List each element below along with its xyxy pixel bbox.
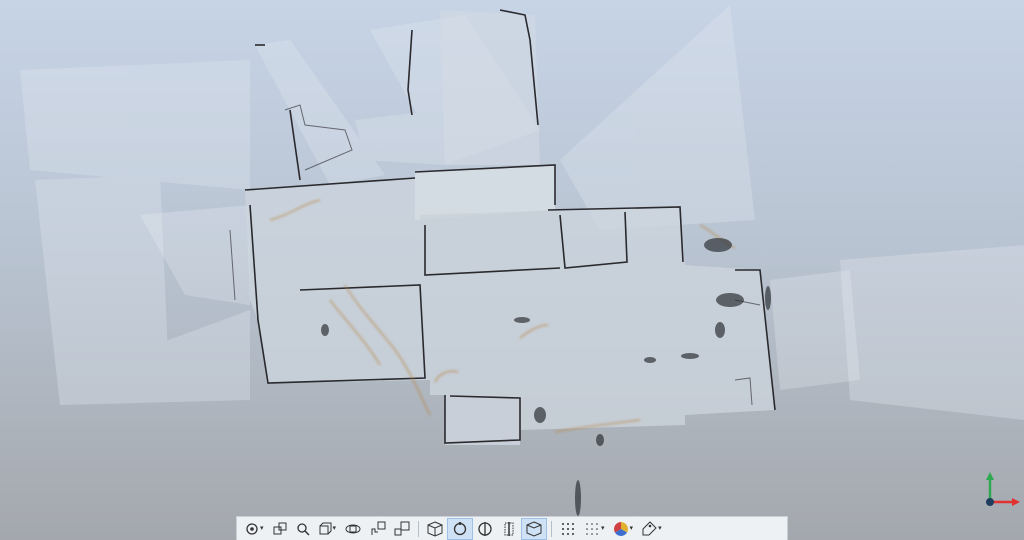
orbit-view-button[interactable] — [268, 518, 292, 540]
view-options-button[interactable]: ▾ — [241, 518, 268, 540]
clip-plane-button[interactable] — [497, 518, 521, 540]
measure-button[interactable]: ▾ — [637, 518, 666, 540]
chevron-down-icon: ▾ — [658, 525, 662, 532]
magnifier-icon — [296, 522, 310, 536]
hand-cube-icon — [371, 521, 386, 535]
chevron-down-icon: ▾ — [332, 525, 337, 532]
cube-icon — [427, 520, 443, 537]
projection-button[interactable]: ▾ — [314, 518, 341, 540]
orbit-circle-icon — [453, 521, 467, 535]
chevron-down-icon: ▾ — [260, 525, 264, 532]
rotate-button[interactable] — [340, 518, 366, 540]
tag-measure-icon — [642, 520, 657, 535]
point-size-button[interactable] — [556, 518, 580, 540]
dot-density-icon — [586, 522, 598, 535]
clip-box-icon — [526, 520, 542, 537]
chevron-down-icon: ▾ — [629, 525, 634, 532]
toolbar-separator — [418, 520, 420, 537]
section-button[interactable] — [473, 518, 497, 540]
toolbar-separator — [551, 520, 553, 537]
circle-split-icon — [478, 521, 492, 536]
orbit-mode-button[interactable] — [447, 517, 474, 540]
chevron-down-icon: ▾ — [601, 525, 605, 532]
zoom-button[interactable] — [292, 518, 314, 540]
point-density-button[interactable]: ▾ — [580, 518, 609, 540]
rotate-icon — [345, 524, 361, 533]
clip-plane-icon — [504, 521, 514, 536]
point-cloud-viewport[interactable] — [0, 0, 1024, 540]
color-mode-button[interactable]: ▾ — [609, 518, 638, 540]
fit-cube-icon — [394, 521, 410, 535]
eye-dropdown-icon — [246, 522, 258, 535]
color-wheel-icon — [613, 521, 628, 536]
fit-view-button[interactable] — [390, 518, 414, 540]
dot-grid-icon — [562, 522, 575, 535]
clip-box-button[interactable] — [521, 517, 548, 540]
box-projection-icon — [319, 522, 332, 534]
3d-view-button[interactable] — [423, 518, 447, 540]
cube-orbit-icon — [273, 522, 287, 534]
pan-view-button[interactable] — [366, 518, 390, 540]
view-toolbar: ▾ ▾ ▾ ▾ ▾ — [236, 516, 788, 540]
point-cloud-render — [20, 5, 1024, 516]
axis-indicator — [980, 470, 1020, 510]
z-axis-icon — [986, 498, 994, 506]
